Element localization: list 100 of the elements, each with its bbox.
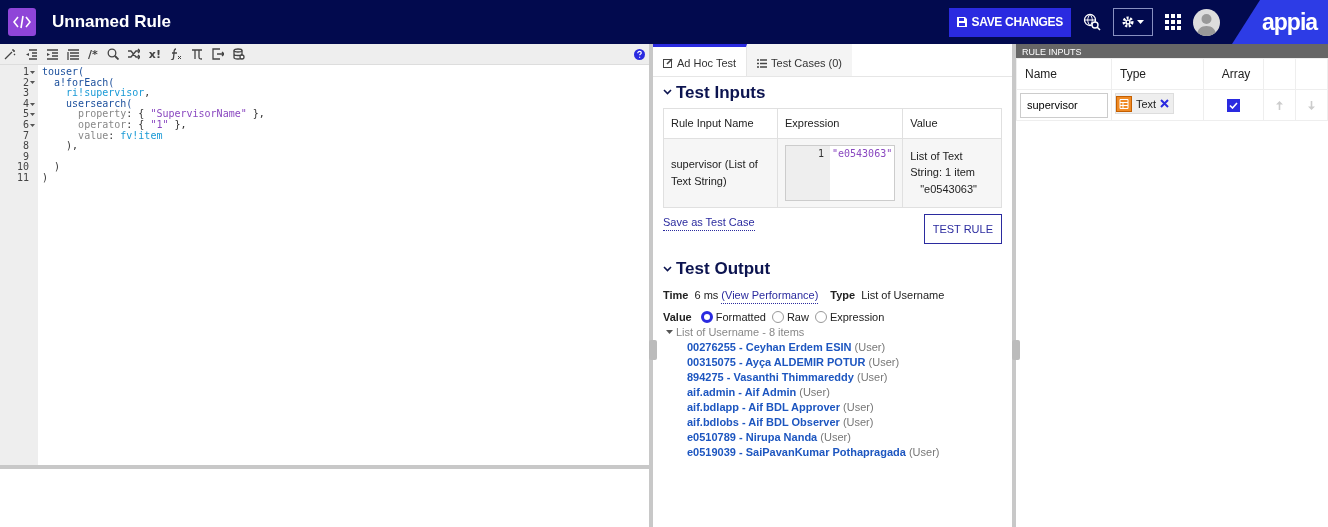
- database-icon[interactable]: [232, 48, 245, 60]
- radio-label: Formatted: [715, 309, 766, 325]
- name-input[interactable]: supervisor: [1020, 92, 1108, 118]
- user-type-label: (User): [868, 355, 900, 368]
- tab[interactable]: Ad Hoc Test: [653, 44, 748, 76]
- line-number: 2: [22, 77, 29, 88]
- caret-icon: [1137, 20, 1144, 24]
- collapse-chevron-icon[interactable]: [663, 265, 672, 272]
- expression-editor[interactable]: 1 "e0543063": [785, 144, 896, 201]
- expand-caret-icon[interactable]: [666, 329, 673, 335]
- user-type-label: (User): [820, 430, 851, 443]
- user-type-label: (User): [799, 385, 830, 398]
- field-value: List of Username: [861, 287, 945, 303]
- code-line: ),: [65, 140, 79, 152]
- field-label: Time: [663, 287, 689, 303]
- radio-label: Expression: [829, 309, 885, 325]
- app-logo-icon: [8, 8, 36, 36]
- toolbar-button[interactable]: /*: [88, 48, 98, 60]
- collapse-handle[interactable]: [649, 340, 657, 360]
- code-line: a!forEach(: [54, 76, 115, 88]
- code-line: ): [53, 161, 61, 173]
- line-number: 6: [22, 119, 29, 131]
- tab[interactable]: Test Cases (0): [747, 44, 853, 76]
- type-chip[interactable]: Text: [1115, 93, 1175, 115]
- line-number: 3: [22, 88, 29, 99]
- function-icon[interactable]: [169, 48, 182, 60]
- user-type-label: (User): [857, 370, 888, 383]
- line-number: 4: [22, 98, 29, 109]
- line-number: 11: [16, 172, 29, 184]
- list-icon: [757, 58, 768, 68]
- pi-icon[interactable]: [190, 48, 203, 60]
- help-icon[interactable]: [634, 49, 645, 61]
- line-number: 1: [786, 145, 830, 200]
- field-label: Value: [663, 309, 692, 325]
- checkbox[interactable]: [1227, 99, 1240, 112]
- user-type-label: (User): [842, 415, 874, 428]
- user-link[interactable]: 00276255 - Ceyhan Erdem ESIN: [687, 340, 852, 353]
- expand-handle[interactable]: [1012, 340, 1020, 360]
- fold-arrow-icon[interactable]: [30, 123, 35, 127]
- toolbar-button[interactable]: x!: [148, 48, 161, 60]
- code-line: usersearch(: [65, 97, 133, 109]
- save-changes-button[interactable]: SAVE CHANGES: [949, 7, 1071, 37]
- avatar[interactable]: [1193, 8, 1220, 36]
- user-link[interactable]: e0519039 - SaiPavanKumar Pothapragada: [687, 445, 906, 458]
- list-title: List of Username - 8 items: [676, 324, 805, 340]
- field-label: Type: [830, 287, 856, 303]
- collapse-chevron-icon[interactable]: [663, 89, 672, 96]
- panel-title: RULE INPUTS: [1016, 44, 1328, 58]
- user-link[interactable]: aif.bdlapp - Aif BDL Approver: [687, 400, 840, 413]
- user-link[interactable]: aif.bdlobs - Aif BDL Observer: [687, 415, 840, 428]
- test-rule-button[interactable]: TEST RULE: [923, 213, 1002, 244]
- brand-logo: appia: [1232, 0, 1328, 44]
- line-number: 7: [22, 130, 29, 141]
- table-cell-text: List of Text String: 1 item: [910, 148, 977, 181]
- type-label: Text: [1136, 96, 1157, 112]
- remove-icon[interactable]: [1160, 99, 1170, 109]
- user-link[interactable]: aif.admin - Aif Admin: [687, 385, 797, 398]
- line-number: 9: [22, 151, 29, 162]
- code-line: property: { "SupervisorName" },: [78, 108, 265, 120]
- wand-icon[interactable]: [4, 48, 16, 60]
- fold-arrow-icon[interactable]: [30, 81, 35, 85]
- fold-arrow-icon[interactable]: [30, 102, 35, 106]
- list-icon[interactable]: [67, 48, 79, 60]
- outdent-icon[interactable]: [25, 48, 37, 60]
- radio-button[interactable]: [700, 311, 713, 323]
- field-value: 6 ms: [694, 287, 719, 303]
- export-icon[interactable]: [211, 48, 224, 60]
- table-cell: supervisor (List of Text String): [663, 138, 778, 207]
- view-performance-link[interactable]: (View Performance): [721, 287, 819, 304]
- shuffle-icon[interactable]: [127, 48, 140, 60]
- user-type-label: (User): [908, 445, 940, 458]
- column-header: Type: [1111, 58, 1204, 90]
- globe-search-icon[interactable]: [1083, 13, 1101, 31]
- settings-menu-button[interactable]: [1113, 8, 1153, 36]
- user-link[interactable]: 00315075 - Ayça ALDEMIR POTUR: [687, 355, 866, 368]
- user-type-label: (User): [843, 400, 874, 413]
- radio-label: Raw: [786, 309, 809, 325]
- column-header: Expression: [777, 108, 903, 138]
- code-line: ): [42, 171, 49, 183]
- radio-button[interactable]: [814, 311, 827, 323]
- user-link[interactable]: e0510789 - Nirupa Nanda: [687, 430, 818, 443]
- fold-arrow-icon[interactable]: [30, 70, 35, 74]
- search-icon[interactable]: [106, 48, 119, 60]
- indent-icon[interactable]: [46, 48, 58, 60]
- line-number: 8: [22, 141, 29, 152]
- save-as-test-case-link[interactable]: Save as Test Case: [663, 213, 755, 231]
- edit-icon: [663, 58, 673, 69]
- column-header: Rule Input Name: [663, 108, 778, 138]
- fold-arrow-icon[interactable]: [30, 113, 35, 117]
- code-line: ri!supervisor,: [66, 87, 151, 99]
- code-line: operator: { "1" },: [77, 118, 187, 130]
- radio-button[interactable]: [771, 311, 784, 323]
- data-type-icon: [1116, 95, 1132, 112]
- column-header: Name: [1016, 58, 1112, 90]
- user-link[interactable]: 894275 - Vasanthi Thimmareddy: [687, 370, 854, 383]
- code-line: touser(: [42, 66, 85, 77]
- app-grid-icon[interactable]: [1165, 14, 1181, 30]
- column-header: Array: [1203, 58, 1264, 90]
- column-header: Value: [902, 108, 1002, 138]
- line-number: 1: [22, 67, 29, 78]
